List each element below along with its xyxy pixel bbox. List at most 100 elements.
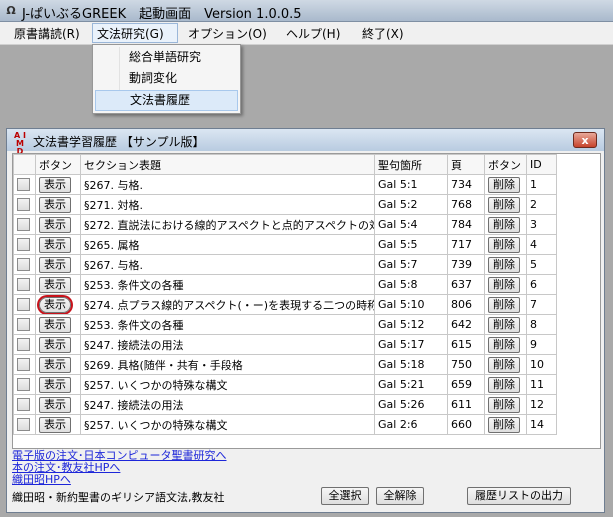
show-button[interactable]: 表示: [39, 336, 71, 353]
row-checkbox[interactable]: [17, 398, 30, 412]
row-id: 11: [526, 374, 557, 395]
show-button[interactable]: 表示: [39, 256, 71, 273]
row-cell-check: [13, 294, 36, 315]
delete-button[interactable]: 削除: [488, 356, 520, 373]
row-checkbox[interactable]: [17, 378, 30, 392]
column-header-button-2: ボタン: [484, 154, 527, 175]
row-checkbox[interactable]: [17, 218, 30, 232]
row-cell-show: 表示: [35, 214, 81, 235]
menu-grammar[interactable]: 文法研究(G): [92, 23, 178, 43]
delete-button[interactable]: 削除: [488, 176, 520, 193]
select-all-button[interactable]: 全選択: [321, 487, 369, 505]
delete-button[interactable]: 削除: [488, 416, 520, 433]
show-button[interactable]: 表示: [39, 236, 71, 253]
row-cell-show: 表示: [35, 334, 81, 355]
row-checkbox[interactable]: [17, 318, 30, 332]
link-oda-hp[interactable]: 織田昭HPへ: [12, 474, 227, 486]
links-area: 電子版の注文･日本コンピュータ聖書研究へ 本の注文･教友社HPへ 織田昭HPへ: [12, 450, 227, 486]
show-button[interactable]: 表示: [39, 356, 71, 373]
export-history-button[interactable]: 履歴リストの出力: [467, 487, 571, 505]
row-verse: Gal 5:10: [374, 294, 448, 315]
delete-button[interactable]: 削除: [488, 256, 520, 273]
row-cell-check: [13, 274, 36, 295]
show-button[interactable]: 表示: [39, 416, 71, 433]
table-row: 表示 §274. 点プラス線的アスペクト(・ー)を表現する二つの時称 Gal 5:1…: [13, 294, 557, 315]
show-button[interactable]: 表示: [39, 296, 71, 313]
menu-options[interactable]: オプション(O): [184, 25, 271, 43]
row-checkbox[interactable]: [17, 258, 30, 272]
row-section: §274. 点プラス線的アスペクト(・ー)を表現する二つの時称: [80, 294, 375, 315]
show-button[interactable]: 表示: [39, 376, 71, 393]
history-table: ボタン セクション表題 聖句箇所 頁 ボタン ID 表示 §267. 与格. Gal…: [13, 154, 557, 435]
row-id: 6: [526, 274, 557, 295]
row-cell-show: 表示: [35, 394, 81, 415]
row-checkbox[interactable]: [17, 278, 30, 292]
table-row: 表示 §253. 条件文の各種 Gal 5:12 642 削除 8: [13, 314, 557, 335]
menu-help[interactable]: ヘルプ(H): [282, 25, 344, 43]
column-header-verse: 聖句箇所: [374, 154, 448, 175]
show-button[interactable]: 表示: [39, 396, 71, 413]
row-verse: Gal 5:17: [374, 334, 448, 355]
table-row: 表示 §272. 直説法における線的アスペクトと点的アスペクトの対照 Gal 5:4…: [13, 214, 557, 235]
delete-button[interactable]: 削除: [488, 396, 520, 413]
row-verse: Gal 5:7: [374, 254, 448, 275]
table-body: 表示 §267. 与格. Gal 5:1 734 削除 1 表示 §271. 対格. Gal 5…: [13, 174, 557, 435]
row-section: §253. 条件文の各種: [80, 314, 375, 335]
row-section: §247. 接続法の用法: [80, 334, 375, 355]
row-id: 4: [526, 234, 557, 255]
row-checkbox[interactable]: [17, 238, 30, 252]
show-button[interactable]: 表示: [39, 316, 71, 333]
delete-button[interactable]: 削除: [488, 376, 520, 393]
row-verse: Gal 5:5: [374, 234, 448, 255]
window-titlebar: A IM D 文法書学習履歴 【サンプル版】 x: [7, 129, 604, 156]
deselect-all-button[interactable]: 全解除: [376, 487, 424, 505]
row-verse: Gal 5:1: [374, 174, 448, 195]
row-page: 717: [447, 234, 485, 255]
row-checkbox[interactable]: [17, 198, 30, 212]
row-cell-check: [13, 374, 36, 395]
history-grid: ボタン セクション表題 聖句箇所 頁 ボタン ID 表示 §267. 与格. Gal…: [12, 153, 601, 449]
show-button[interactable]: 表示: [39, 176, 71, 193]
row-cell-check: [13, 194, 36, 215]
row-cell-check: [13, 414, 36, 435]
delete-button[interactable]: 削除: [488, 316, 520, 333]
show-button[interactable]: 表示: [39, 276, 71, 293]
row-section: §269. 具格(随伴・共有・手段格: [80, 354, 375, 375]
delete-button[interactable]: 削除: [488, 276, 520, 293]
delete-button[interactable]: 削除: [488, 336, 520, 353]
close-button[interactable]: x: [573, 132, 597, 148]
table-row: 表示 §269. 具格(随伴・共有・手段格 Gal 5:18 750 削除 10: [13, 354, 557, 375]
row-verse: Gal 5:2: [374, 194, 448, 215]
row-page: 750: [447, 354, 485, 375]
row-cell-check: [13, 354, 36, 375]
delete-button[interactable]: 削除: [488, 196, 520, 213]
dropdown-item-verb-conjugation[interactable]: 動詞変化: [95, 68, 238, 89]
row-checkbox[interactable]: [17, 338, 30, 352]
footer-reference-label: 織田昭・新約聖書のギリシア語文法,教友社: [12, 491, 225, 504]
dropdown-item-grammar-history[interactable]: 文法書履歴: [95, 90, 238, 111]
row-section: §267. 与格.: [80, 174, 375, 195]
row-cell-check: [13, 234, 36, 255]
delete-button[interactable]: 削除: [488, 296, 520, 313]
row-cell-delete: 削除: [484, 254, 527, 275]
dropdown-item-word-study[interactable]: 総合単語研究: [95, 47, 238, 68]
row-page: 659: [447, 374, 485, 395]
row-checkbox[interactable]: [17, 298, 30, 312]
row-cell-show: 表示: [35, 294, 81, 315]
delete-button[interactable]: 削除: [488, 216, 520, 233]
row-checkbox[interactable]: [17, 418, 30, 432]
show-button[interactable]: 表示: [39, 216, 71, 233]
row-checkbox[interactable]: [17, 178, 30, 192]
delete-button[interactable]: 削除: [488, 236, 520, 253]
row-verse: Gal 5:18: [374, 354, 448, 375]
column-header-check: [13, 154, 36, 175]
column-header-page: 頁: [447, 154, 485, 175]
menu-exit[interactable]: 終了(X): [358, 25, 408, 43]
row-cell-delete: 削除: [484, 374, 527, 395]
row-cell-check: [13, 214, 36, 235]
show-button[interactable]: 表示: [39, 196, 71, 213]
row-checkbox[interactable]: [17, 358, 30, 372]
menu-reading[interactable]: 原書講読(R): [10, 25, 84, 43]
row-cell-show: 表示: [35, 274, 81, 295]
row-verse: Gal 5:12: [374, 314, 448, 335]
